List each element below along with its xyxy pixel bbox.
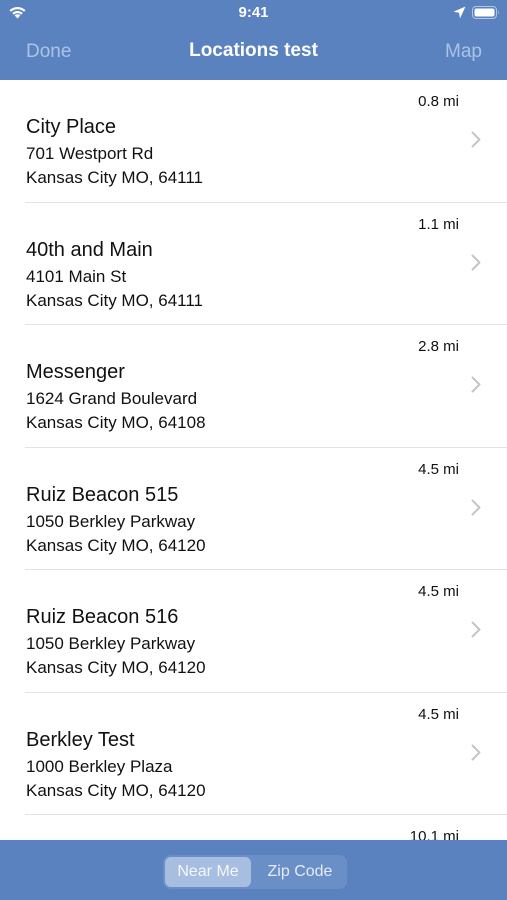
zip-code-segment[interactable]: Zip Code [255, 857, 345, 887]
bottom-toolbar: Near Me Zip Code [0, 840, 507, 900]
location-street: 1050 Berkley Parkway [26, 634, 196, 653]
location-distance: 4.5 mi [418, 460, 459, 478]
location-name: Berkley Test [26, 728, 135, 751]
location-city: Kansas City MO, 64120 [26, 658, 206, 677]
location-distance: 0.8 mi [418, 93, 459, 110]
status-time: 9:41 [238, 4, 269, 21]
screen: 9:41 Done Locations test Map 0.8 mi City… [0, 0, 507, 900]
location-arrow-icon [453, 6, 466, 19]
location-distance: 4.5 mi [418, 705, 459, 723]
location-row[interactable]: 10.1 mi [0, 815, 507, 840]
location-row[interactable]: 4.5 mi Berkley Test 1000 Berkley Plaza K… [0, 693, 507, 815]
location-row[interactable]: 4.5 mi Ruiz Beacon 516 1050 Berkley Park… [0, 570, 507, 693]
location-name: Messenger [26, 361, 125, 383]
location-city: Kansas City MO, 64111 [26, 290, 204, 310]
location-name: 40th and Main [26, 238, 153, 261]
location-row[interactable]: 0.8 mi City Place 701 Westport Rd Kansas… [0, 80, 507, 203]
locations-list[interactable]: 0.8 mi City Place 701 Westport Rd Kansas… [0, 80, 507, 840]
location-street: 701 Westport Rd [26, 144, 154, 163]
location-city: Kansas City MO, 64120 [26, 780, 206, 800]
location-city: Kansas City MO, 64108 [26, 413, 206, 432]
page-title: Locations test [189, 40, 318, 61]
location-street: 4101 Main St [26, 266, 127, 286]
status-bar: 9:41 [0, 0, 507, 27]
location-city: Kansas City MO, 64111 [26, 168, 204, 187]
location-distance: 2.8 mi [418, 338, 459, 355]
near-me-segment[interactable]: Near Me [165, 857, 251, 887]
chevron-right-icon [471, 131, 481, 148]
navigation-bar: Done Locations test Map [0, 27, 507, 80]
location-row[interactable]: 2.8 mi Messenger 1624 Grand Boulevard Ka… [0, 325, 507, 448]
location-city: Kansas City MO, 64120 [26, 535, 206, 555]
battery-icon [472, 6, 499, 19]
map-button[interactable]: Map [445, 41, 482, 63]
chevron-right-icon [471, 376, 481, 393]
location-distance: 4.5 mi [418, 583, 459, 600]
location-name: City Place [26, 116, 117, 138]
header: 9:41 Done Locations test Map [0, 0, 507, 80]
chevron-right-icon [471, 744, 481, 760]
location-name: Ruiz Beacon 516 [26, 606, 179, 628]
location-row[interactable]: 1.1 mi 40th and Main 4101 Main St Kansas… [0, 203, 507, 325]
location-name: Ruiz Beacon 515 [26, 483, 179, 506]
chevron-right-icon [471, 621, 481, 638]
location-distance: 10.1 mi [409, 828, 459, 840]
location-street: 1050 Berkley Parkway [26, 511, 196, 531]
chevron-right-icon [471, 254, 481, 270]
location-row[interactable]: 4.5 mi Ruiz Beacon 515 1050 Berkley Park… [0, 448, 507, 570]
location-distance: 1.1 mi [418, 215, 459, 233]
chevron-right-icon [471, 499, 481, 515]
location-street: 1000 Berkley Plaza [26, 756, 173, 776]
location-street: 1624 Grand Boulevard [26, 389, 198, 408]
location-mode-segmented-control: Near Me Zip Code [163, 855, 347, 889]
